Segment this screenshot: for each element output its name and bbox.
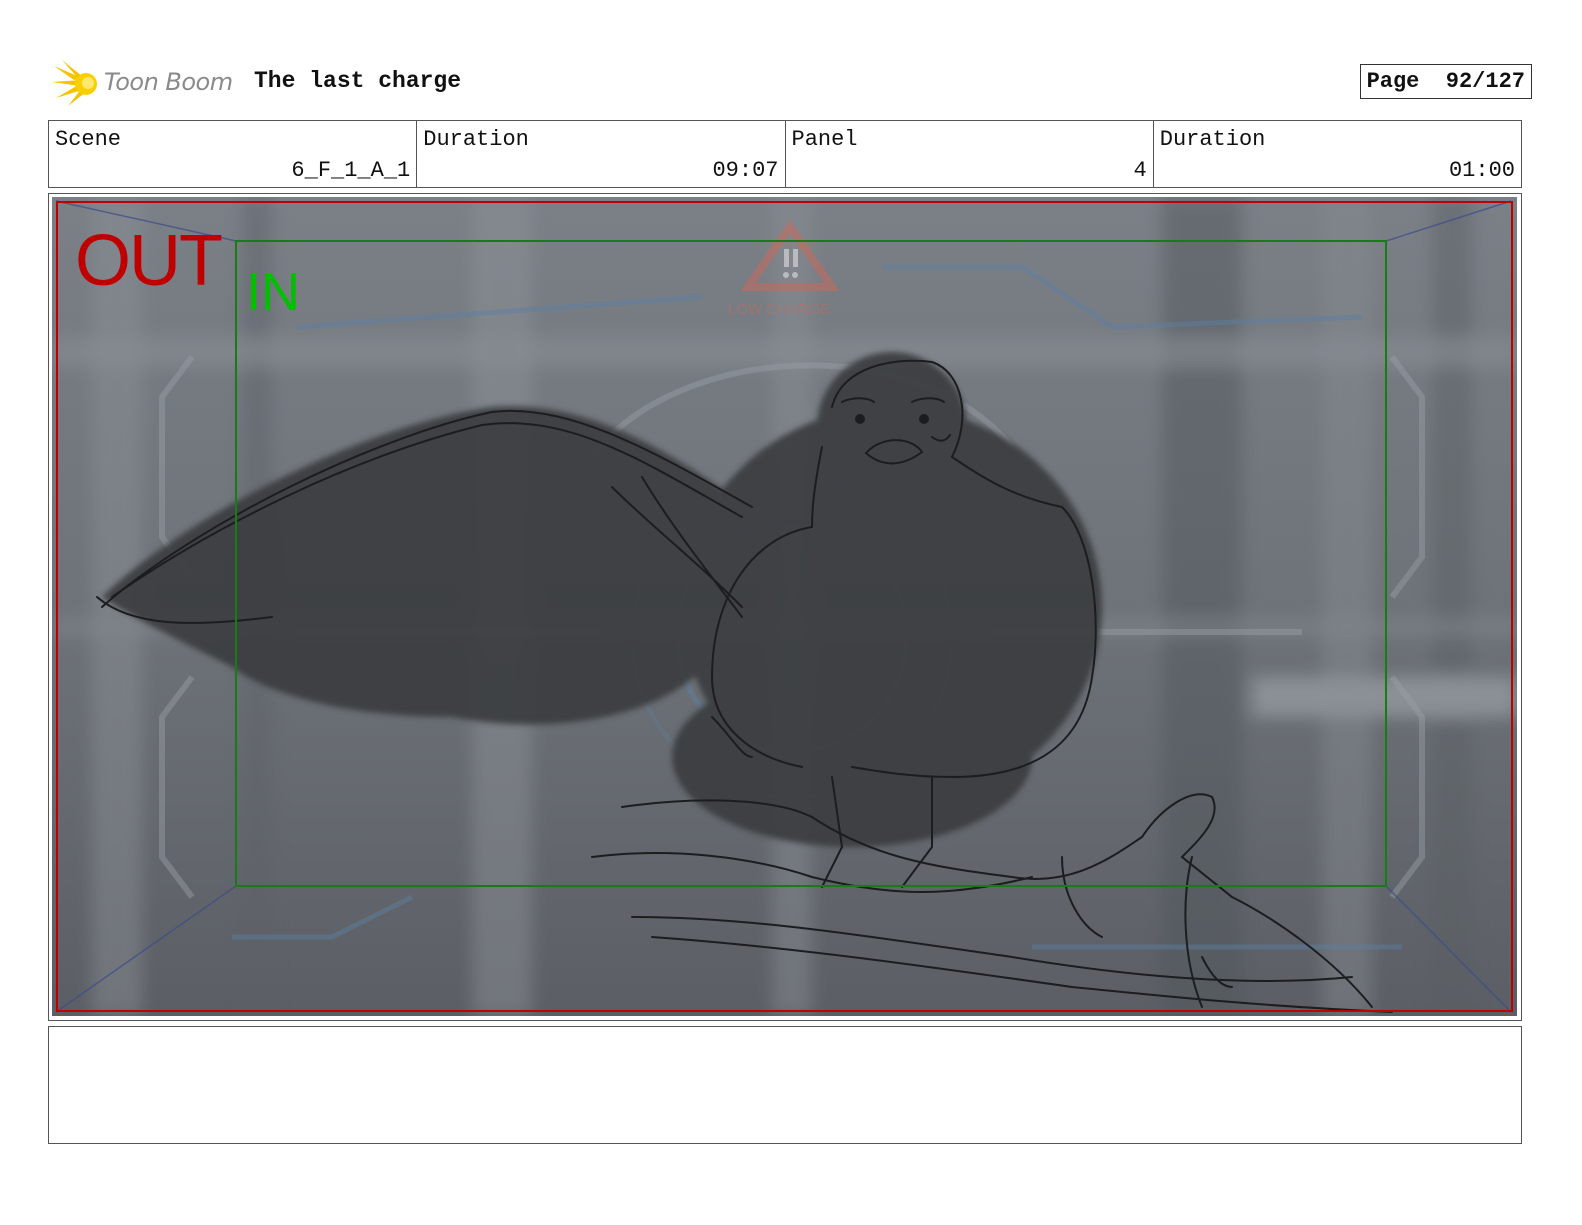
scene-duration-cell: Duration 09:07 [417, 121, 786, 187]
page-header: Toon Boom The last charge Page 92/127 [52, 56, 1532, 108]
out-frame-label: OUT [75, 221, 223, 301]
page-counter: Page 92/127 [1359, 64, 1532, 99]
panel-duration-cell: Duration 01:00 [1154, 121, 1521, 187]
in-frame-label: IN [246, 262, 300, 322]
scene-value: 6_F_1_A_1 [291, 158, 411, 183]
panel-value: 4 [1133, 158, 1147, 183]
scene-duration-label: Duration [423, 127, 529, 152]
storyboard-panel-frame: OUT IN LOW CHARGE [48, 193, 1522, 1021]
spark-icon [52, 60, 97, 106]
scene-duration-value: 09:07 [712, 158, 779, 183]
panel-info-table: Scene 6_F_1_A_1 Duration 09:07 Panel 4 D… [48, 120, 1522, 188]
brand-name: Toon Boom [104, 68, 233, 96]
hud-warning-text: LOW CHARGE [728, 301, 831, 318]
page-value: 92/127 [1445, 69, 1525, 94]
panel-cell: Panel 4 [786, 121, 1154, 187]
panel-duration-label: Duration [1159, 127, 1266, 152]
toon-boom-logo: Toon Boom [52, 58, 242, 108]
panel-notes-area [48, 1026, 1522, 1144]
page-label: Page [1366, 69, 1420, 94]
panel-duration-value: 01:00 [1448, 158, 1515, 183]
storyboard-title: The last charge [254, 68, 462, 94]
scene-cell: Scene 6_F_1_A_1 [49, 121, 418, 187]
storyboard-panel-image: OUT IN LOW CHARGE [52, 197, 1517, 1016]
scene-label: Scene [55, 127, 122, 152]
panel-label: Panel [791, 127, 858, 152]
